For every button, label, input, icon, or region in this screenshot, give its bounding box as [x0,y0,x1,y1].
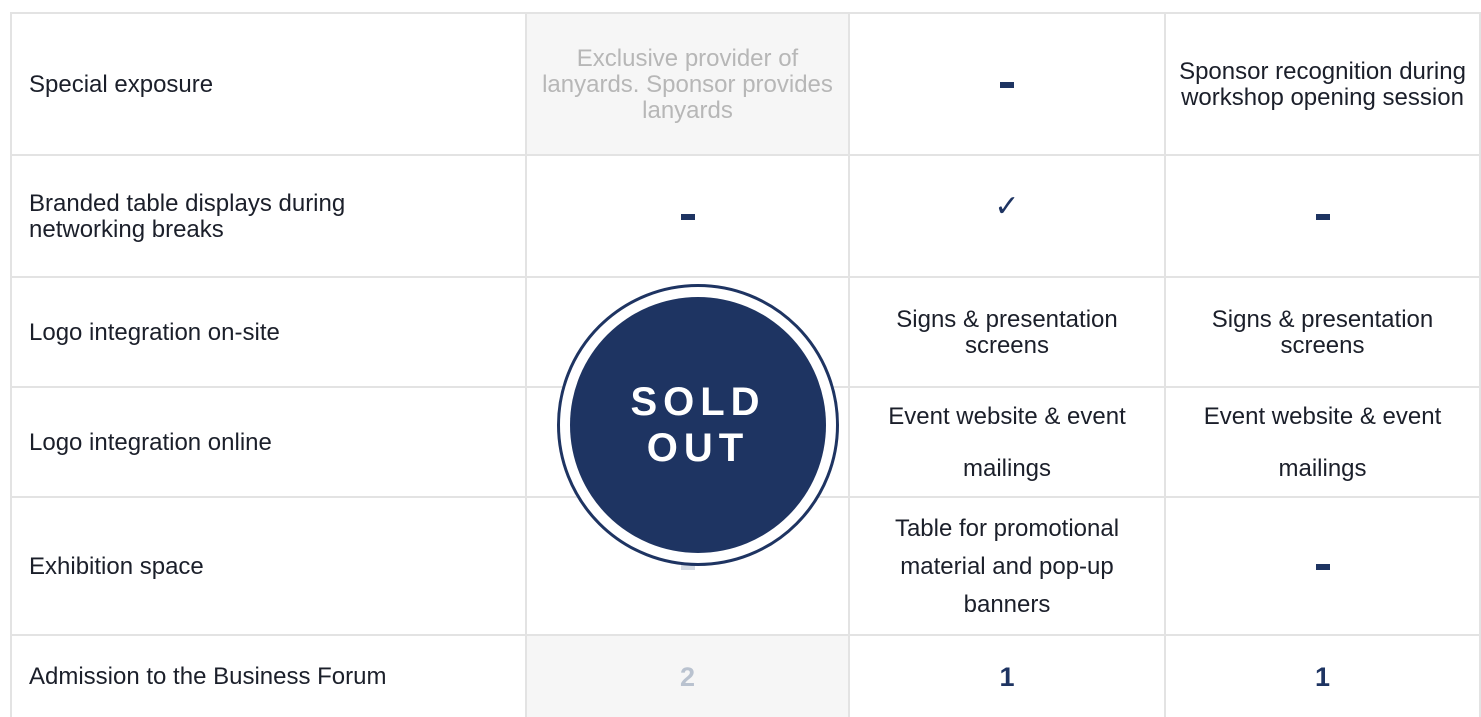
cell-col1-value: 2 [679,661,696,692]
cell-col1-text: Exclusive provider of lanyards. Sponsor … [542,45,833,124]
cell-col3: Event website & event mailings [1164,388,1481,498]
row-label-text: Branded table displays during networking… [29,190,346,243]
row-label: Admission to the Business Forum [10,636,525,717]
cell-col1: 2 [525,636,848,717]
sold-out-badge: SOLD OUT [557,284,839,566]
row-label-text: Logo integration online [29,429,272,456]
cell-col3: 1 [1164,636,1481,717]
cell-col2: Signs & presentation screens [848,278,1164,388]
dash-icon [1315,214,1330,220]
cell-col1 [525,156,848,278]
sold-out-line2: OUT [646,426,750,470]
cell-col1: Exclusive provider of lanyards. Sponsor … [525,14,848,156]
cell-col3-text: Sponsor recognition during workshop open… [1179,58,1466,111]
cell-col2: Table for promotional material and pop-u… [848,498,1164,636]
cell-col3: Signs & presentation screens [1164,278,1481,388]
dash-icon [680,214,695,220]
row-label-text: Special exposure [29,71,214,98]
table-row: Special exposure Exclusive provider of l… [10,14,1481,156]
cell-col3 [1164,156,1481,278]
cell-col3-text: Signs & presentation screens [1211,306,1434,359]
row-label: Special exposure [10,14,525,156]
checkmark-icon: ✓ [994,189,1020,224]
cell-col2 [848,14,1164,156]
sold-out-line1: SOLD [630,380,766,424]
dash-icon [1000,82,1014,88]
cell-col2-text: Event website & event mailings [888,403,1126,482]
row-label: Logo integration online [10,388,525,498]
row-label: Branded table displays during networking… [10,156,525,278]
sold-out-badge-inner: SOLD OUT [570,297,826,553]
row-label: Logo integration on-site [10,278,525,388]
cell-col2-text: Signs & presentation screens [896,306,1118,359]
cell-col2: ✓ [848,156,1164,278]
cell-col3: Sponsor recognition during workshop open… [1164,14,1481,156]
row-label: Exhibition space [10,498,525,636]
dash-icon [1315,564,1330,570]
row-label-text: Exhibition space [29,553,204,580]
cell-col2-text: Table for promotional material and pop-u… [894,515,1120,618]
cell-col3-text: Event website & event mailings [1203,403,1442,482]
cell-col2: Event website & event mailings [848,388,1164,498]
table-row: Branded table displays during networking… [10,156,1481,278]
row-label-text: Logo integration on-site [29,319,280,346]
cell-col2: 1 [848,636,1164,717]
row-label-text: Admission to the Business Forum [29,662,387,690]
cell-col3-value: 1 [1314,661,1331,692]
table-row: Admission to the Business Forum 2 1 1 [10,636,1481,717]
cell-col2-value: 1 [999,661,1015,692]
cell-col3 [1164,498,1481,636]
